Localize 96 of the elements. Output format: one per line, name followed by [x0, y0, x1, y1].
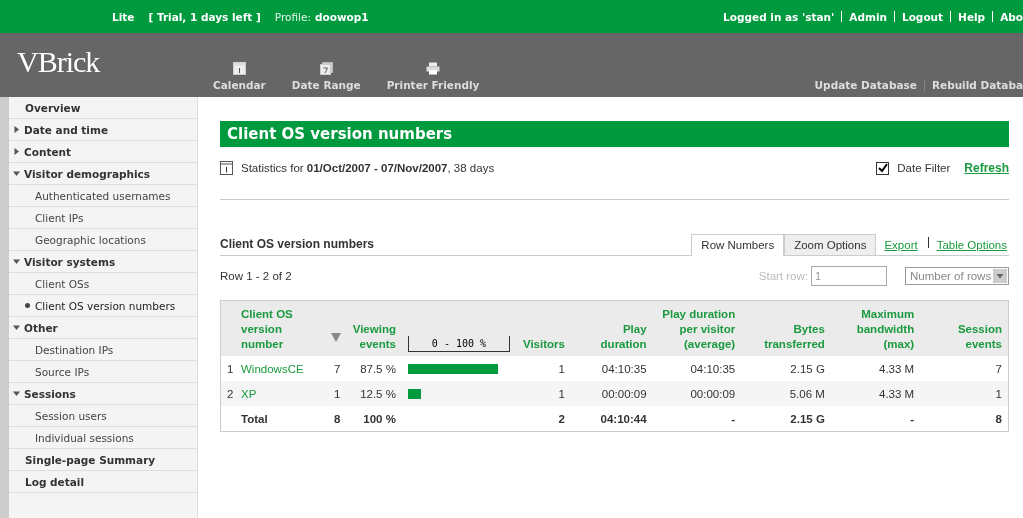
sidebar-group[interactable]: Visitor systems [9, 251, 197, 273]
calendar-icon [220, 161, 233, 175]
toolbar-button[interactable]: Date Range [291, 62, 361, 91]
column-header[interactable]: Play duration [576, 322, 647, 352]
refresh-link[interactable]: Refresh [964, 161, 1009, 175]
column-header[interactable]: Bytes transferred [747, 322, 825, 352]
table-cell: 7 [324, 356, 347, 381]
column-header[interactable]: Maximum bandwidth (max) [836, 307, 915, 352]
table-cell: 7 [920, 356, 1009, 381]
date-filter-label: Date Filter [897, 162, 951, 174]
sidebar-item[interactable]: Overview [9, 97, 197, 119]
top-link[interactable]: Admin [849, 10, 887, 23]
report-link[interactable]: Table Options [934, 235, 1009, 255]
table-cell: 5.06 M [741, 381, 831, 406]
calendar-stack-icon [319, 62, 333, 75]
sidebar-item[interactable]: Single-page Summary [9, 449, 197, 471]
sidebar-subitem[interactable]: Client IPs [9, 207, 197, 229]
table-cell: 1 [920, 381, 1009, 406]
table-cell: 4.33 M [830, 356, 921, 381]
os-link[interactable]: XP [241, 387, 257, 400]
profile-label: Profile: [274, 10, 311, 23]
row-info: Row 1 - 2 of 2 [220, 270, 292, 282]
column-header[interactable]: Visitors [522, 337, 565, 352]
table-cell: 8 [324, 406, 347, 432]
date-filter-checkbox[interactable] [876, 161, 890, 175]
table-cell: 04:10:35 [570, 356, 653, 381]
sidebar-subitem[interactable]: Source IPs [9, 361, 197, 383]
rows-dropdown[interactable]: Number of rows [905, 267, 1009, 285]
sidebar-group[interactable]: Visitor demographics [9, 163, 197, 185]
trial-label: [ Trial, 1 days left ] [148, 10, 261, 23]
table-cell: 2.15 G [741, 406, 831, 432]
sidebar-subitem[interactable]: Client OS version numbers [9, 295, 197, 317]
tab[interactable]: Row Numbers [691, 234, 785, 256]
column-header[interactable]: Play duration per visitor (average) [658, 307, 736, 352]
row-number: 1 [220, 356, 235, 381]
sidebar-group[interactable]: Other [9, 317, 197, 339]
sidebar-item[interactable]: Log detail [9, 471, 197, 493]
top-link[interactable]: Logout [901, 10, 944, 23]
row-number: 2 [220, 381, 235, 406]
toolbar-button[interactable]: Printer Friendly [386, 62, 480, 91]
database-link[interactable]: Rebuild Databa [931, 79, 1023, 91]
report-link[interactable]: Export [882, 235, 920, 255]
sidebar-group[interactable]: Content [9, 141, 197, 163]
table-cell: 1 [516, 356, 571, 381]
table-cell: 2 [516, 406, 571, 432]
sidebar-subitem[interactable]: Client OSs [9, 273, 197, 295]
table-cell: Total [235, 406, 325, 432]
table-cell: - [652, 406, 742, 432]
top-link[interactable]: Help [958, 10, 986, 23]
table-cell: 2.15 G [741, 356, 831, 381]
os-link[interactable]: WindowsCE [241, 362, 304, 375]
table-cell: 1 [516, 381, 571, 406]
table-cell: - [830, 406, 921, 432]
sidebar-subitem[interactable]: Destination IPs [9, 339, 197, 361]
database-link[interactable]: Update Database [814, 79, 917, 91]
caret-down-icon [13, 258, 20, 265]
start-row-field[interactable]: 1 [811, 266, 887, 286]
edition-label: Lite [112, 10, 135, 23]
table-cell: 00:00:09 [652, 381, 742, 406]
table-cell: 1 [324, 381, 347, 406]
caret-right-icon [13, 126, 20, 133]
logo: VBrick [17, 45, 101, 79]
caret-down-icon [13, 324, 20, 331]
table-cell: 100 % [346, 406, 402, 432]
table-cell: 4.33 M [830, 381, 921, 406]
sidebar-group[interactable]: Date and time [9, 119, 197, 141]
column-header[interactable]: Viewing events [330, 322, 396, 352]
top-link[interactable]: Abo [1000, 10, 1023, 23]
sidebar-subitem[interactable]: Geographic locations [9, 229, 197, 251]
page-title: Client OS version numbers [220, 121, 1009, 147]
sidebar-subitem[interactable]: Session users [9, 405, 197, 427]
logged-in-label: Logged in as 'stan' [723, 10, 835, 23]
bar-scale: 0 - 100 % [407, 336, 510, 352]
printer-icon [426, 62, 441, 75]
caret-right-icon [13, 148, 20, 155]
caret-down-icon [13, 170, 20, 177]
statistics-text: Statistics for 01/Oct/2007 - 07/Nov/2007, 38 days [241, 162, 495, 174]
sidebar-subitem[interactable]: Authenticated usernames [9, 185, 197, 207]
table-cell: 04:10:35 [652, 356, 742, 381]
table-cell: 8 [920, 406, 1009, 432]
caret-down-icon [13, 390, 20, 397]
toolbar-button[interactable]: Calendar [213, 62, 266, 91]
sidebar-group[interactable]: Sessions [9, 383, 197, 405]
tab[interactable]: Zoom Options [784, 234, 877, 255]
sort-descending-icon [330, 332, 341, 342]
table-cell: 12.5 % [346, 381, 402, 406]
column-header[interactable]: Session events [926, 322, 1002, 352]
table-cell: 04:10:44 [570, 406, 653, 432]
sidebar-subitem[interactable]: Individual sessions [9, 427, 197, 449]
report-title: Client OS version numbers [220, 237, 375, 253]
column-header[interactable]: Client OS version number [241, 307, 319, 352]
start-row-label: Start row: [758, 270, 808, 282]
table-cell: 00:00:09 [570, 381, 653, 406]
calendar-icon [232, 62, 246, 75]
profile-name: doowop1 [314, 10, 369, 23]
table-cell: 87.5 % [346, 356, 402, 381]
